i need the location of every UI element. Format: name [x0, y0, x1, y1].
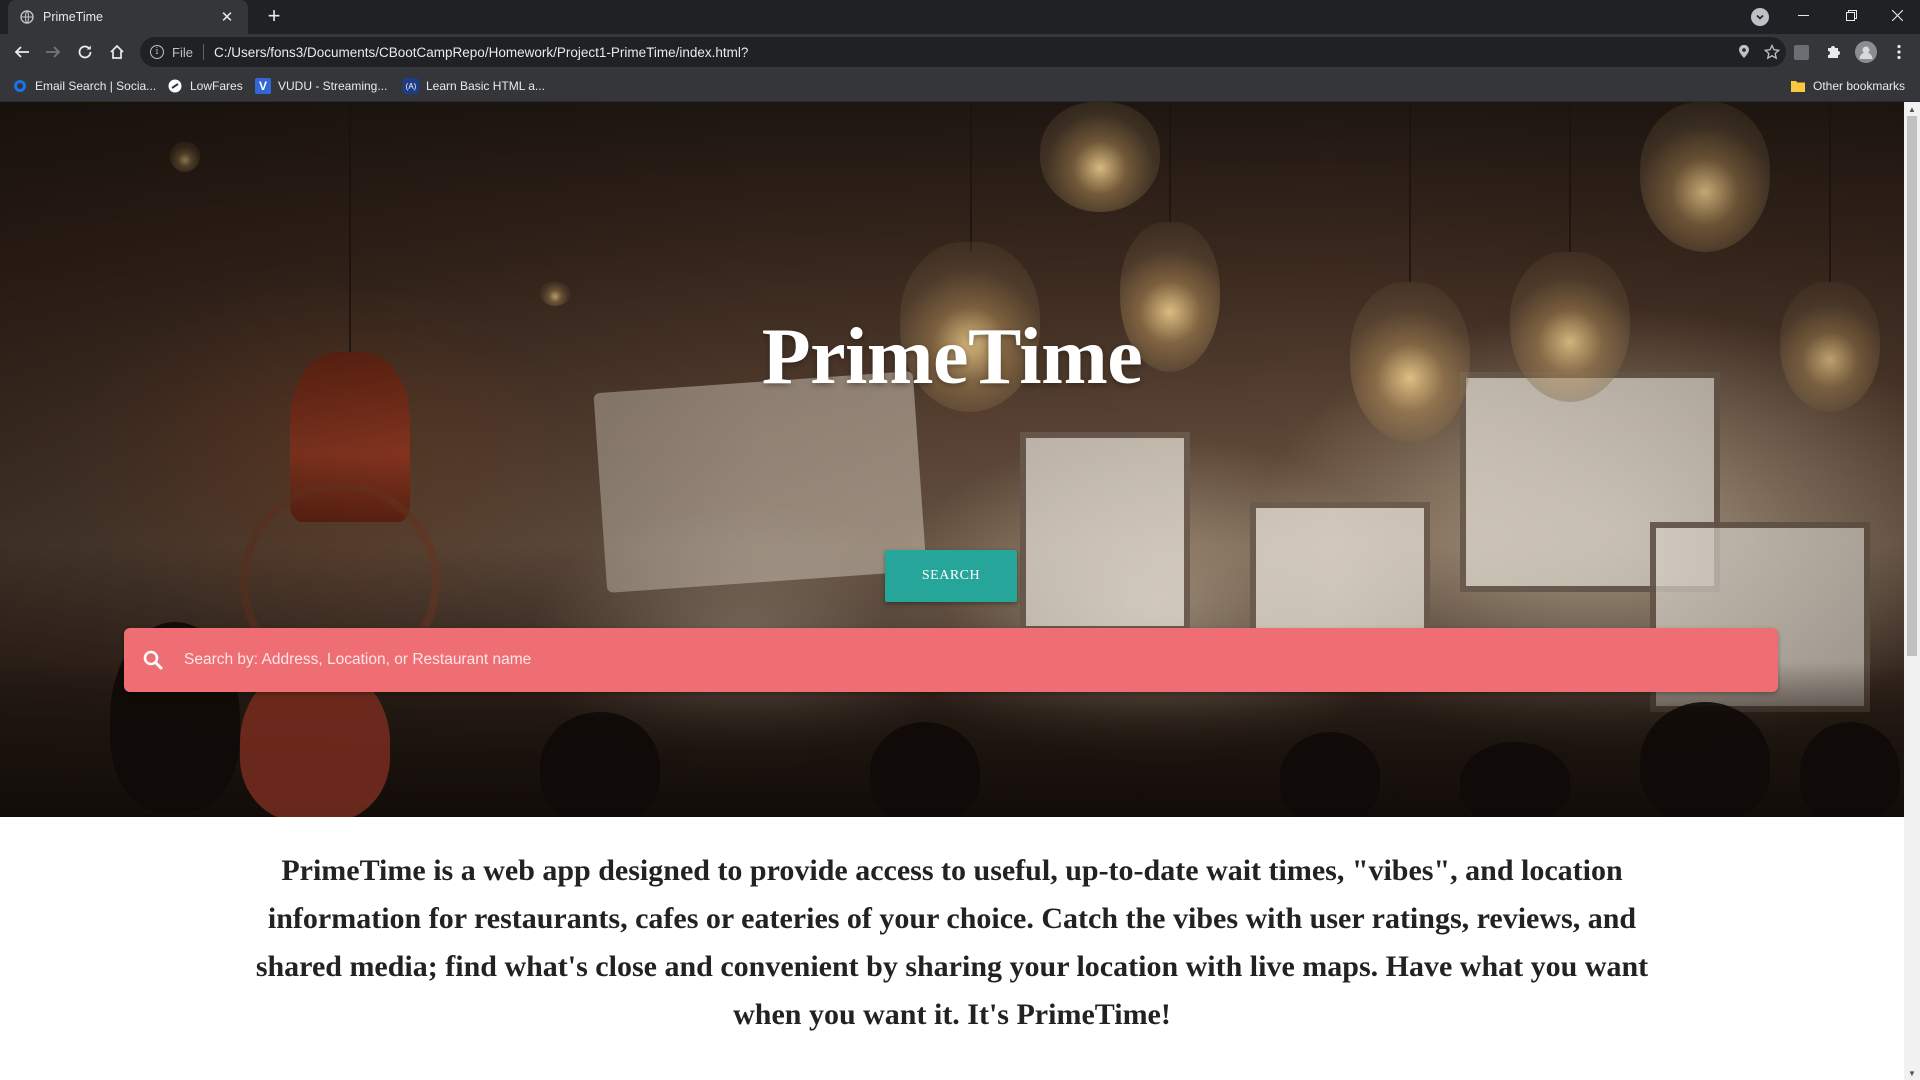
profile-avatar-icon[interactable] [1855, 41, 1877, 63]
tab-title: PrimeTime [43, 10, 103, 24]
bookmark-label: VUDU - Streaming... [278, 79, 388, 93]
page-viewport: PrimeTime SEARCH PrimeTime is a web app … [0, 102, 1904, 1080]
url-text[interactable]: C:/Users/fons3/Documents/CBootCampRepo/H… [214, 45, 1730, 60]
tab-strip: PrimeTime ✕ + [0, 0, 1920, 34]
bookmark-label: Email Search | Socia... [35, 79, 157, 93]
bookmark-email-search[interactable]: Email Search | Socia... [12, 77, 156, 95]
forward-icon[interactable] [41, 40, 65, 64]
address-bar[interactable]: i File C:/Users/fons3/Documents/CBootCam… [140, 37, 1786, 67]
back-icon[interactable] [10, 40, 34, 64]
bookmark-vudu[interactable]: V VUDU - Streaming... [255, 77, 387, 95]
page-title: PrimeTime [761, 313, 1143, 401]
bookmarks-bar: Email Search | Socia... LowFares V VUDU … [0, 70, 1920, 102]
app-description: PrimeTime is a web app designed to provi… [255, 854, 1649, 1031]
scroll-thumb[interactable] [1907, 116, 1917, 656]
browser-toolbar: i File C:/Users/fons3/Documents/CBootCam… [0, 34, 1920, 70]
new-tab-button[interactable]: + [262, 5, 286, 29]
other-bookmarks[interactable]: Other bookmarks [1790, 77, 1905, 95]
vudu-icon: V [255, 78, 271, 94]
site-info-icon[interactable]: i [150, 45, 164, 59]
search-bar [124, 628, 1778, 692]
page-scrollbar[interactable]: ▲ ▼ [1904, 102, 1920, 1080]
search-icon [142, 649, 172, 671]
globe-icon [20, 10, 34, 24]
reload-icon[interactable] [73, 40, 97, 64]
scroll-up-icon[interactable]: ▲ [1904, 102, 1920, 116]
folder-icon [1790, 78, 1806, 94]
restore-icon[interactable] [1828, 0, 1874, 30]
location-pin-icon[interactable] [1730, 45, 1758, 59]
globe-icon [12, 78, 28, 94]
menu-kebab-icon[interactable] [1890, 43, 1908, 61]
bookmark-lowfares[interactable]: LowFares [167, 77, 243, 95]
tab-close-icon[interactable]: ✕ [218, 8, 236, 26]
other-bookmarks-label: Other bookmarks [1813, 79, 1906, 93]
bookmark-learn-html[interactable]: (A) Learn Basic HTML a... [403, 77, 545, 95]
tab-search-icon[interactable] [1751, 8, 1769, 26]
bookmark-star-icon[interactable] [1758, 44, 1786, 60]
search-button[interactable]: SEARCH [885, 550, 1017, 602]
tab-primetime[interactable]: PrimeTime ✕ [8, 0, 248, 34]
hero-section: PrimeTime SEARCH [0, 102, 1904, 817]
bookmark-label: Learn Basic HTML a... [426, 79, 545, 93]
scheme-label: File [172, 44, 193, 60]
close-window-icon[interactable] [1874, 0, 1920, 30]
lowfares-icon [167, 78, 183, 94]
search-input[interactable] [184, 640, 1778, 680]
puzzle-icon[interactable] [1824, 43, 1842, 61]
bookmark-label: LowFares [190, 79, 243, 93]
omnibox-divider [202, 44, 204, 60]
minimize-icon[interactable] [1780, 0, 1826, 30]
codecademy-icon: (A) [403, 78, 419, 94]
extension-icon[interactable] [1792, 43, 1810, 61]
home-icon[interactable] [105, 40, 129, 64]
scroll-down-icon[interactable]: ▼ [1904, 1066, 1920, 1080]
